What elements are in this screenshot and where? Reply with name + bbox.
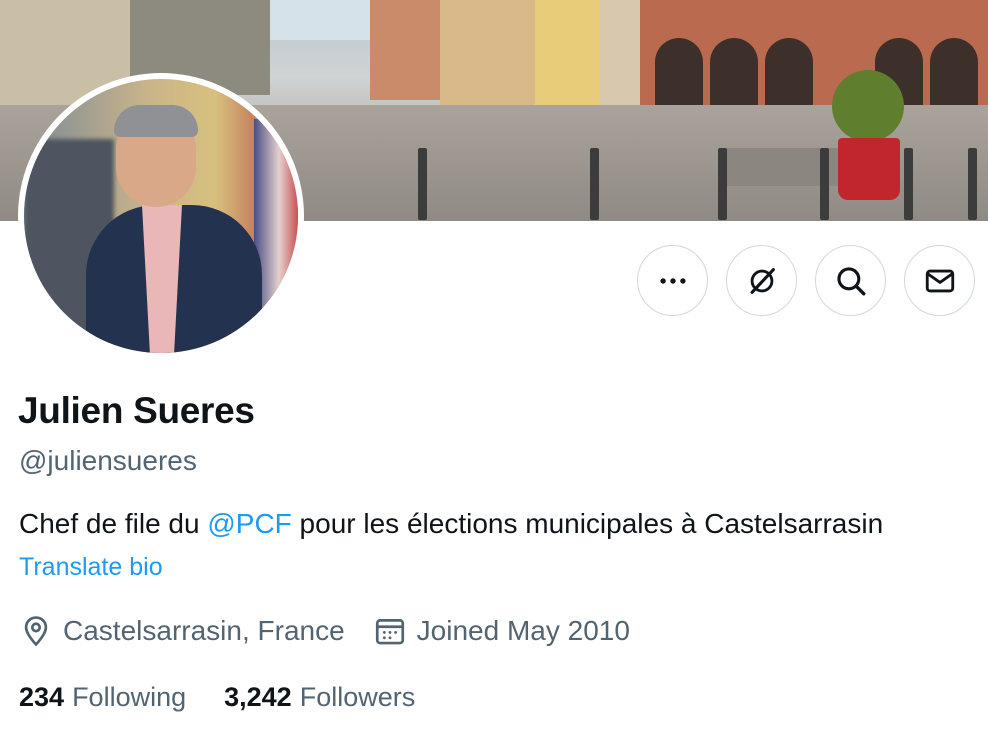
avatar[interactable] [24,79,298,353]
banner-bollard [418,148,427,220]
banner-building [535,0,600,110]
followers-label: Followers [299,682,416,712]
bio-text: pour les élections municipales à Castels… [291,508,884,539]
banner-bollard [820,148,829,220]
profile-handle: @juliensueres [19,445,197,476]
banner-building [370,0,440,100]
translate-bio-link[interactable]: Translate bio [19,553,163,582]
banner-bollard [718,148,727,220]
profile-meta: Castelsarrasin, France Joined May 2010 [19,614,630,648]
banner-bollard [904,148,913,220]
following-label: Following [72,682,187,712]
more-icon [659,277,686,284]
location-text: Castelsarrasin, France [63,615,345,646]
join-date-text: Joined May 2010 [416,615,630,646]
followers-link[interactable]: 3,242 Followers [224,682,415,713]
following-count: 234 [19,682,65,712]
banner-building [440,0,535,105]
followers-count: 3,242 [224,682,292,712]
banner-planter [838,138,900,200]
calendar-icon [375,619,404,645]
search-button[interactable] [815,245,886,316]
banner-bush [832,70,904,142]
location-pin-icon [24,616,48,647]
following-link[interactable]: 234 Following [19,682,186,713]
banner-bollard [968,148,977,220]
bio-text: Chef de file du [19,508,208,539]
bio-mention-link[interactable]: @PCF [207,508,291,539]
grok-button[interactable] [726,245,797,316]
message-button[interactable] [904,245,975,316]
more-button[interactable] [637,245,708,316]
mail-icon [925,269,954,292]
profile-name: Julien Sueres [18,390,255,431]
avatar-ring [18,73,304,359]
profile-bio: Chef de file du @PCF pour les élections … [19,508,883,540]
avatar-hair [114,105,198,137]
banner-bollard [590,148,599,220]
profile-actions [637,245,975,316]
grok-icon [750,267,775,294]
search-icon [836,266,865,295]
banner-building [600,0,640,115]
profile-location: Castelsarrasin, France [19,614,345,648]
profile-stats: 234 Following 3,242 Followers [19,682,415,713]
profile-join-date: Joined May 2010 [373,614,630,648]
